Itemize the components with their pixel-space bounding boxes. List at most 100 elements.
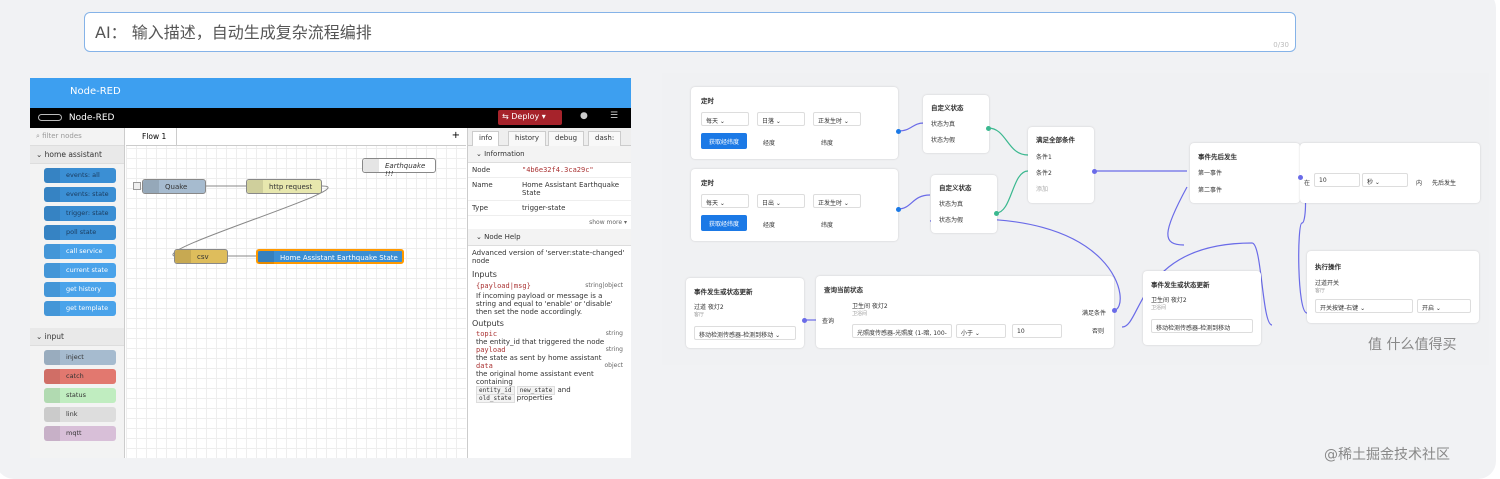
palette-node[interactable]: current state (44, 263, 116, 278)
tab-history[interactable]: history (508, 131, 547, 146)
palette-node[interactable]: inject (44, 350, 116, 365)
sun-event-select[interactable]: 日落 ⌄ (757, 112, 805, 126)
palette-node[interactable]: call service (44, 244, 116, 259)
event-update-card-2[interactable]: 事件发生或状态更新 卫生间 夜灯2 卫浴间 移动检测传感器-检测到移动 (1143, 271, 1261, 345)
output-port[interactable] (1092, 169, 1097, 174)
nodered-page-title: Node-RED (30, 78, 631, 108)
event-sequence-params[interactable]: 在 10 秒 ⌄ 内 先后发生 (1300, 143, 1480, 203)
all-conditions-card[interactable]: 满足全部条件 条件1 条件2 添加 (1028, 127, 1094, 203)
palette-node[interactable]: mqtt (44, 426, 116, 441)
custom-state-card-1[interactable]: 自定义状态 状态为真 状态为假 (923, 95, 989, 153)
timer-card-2[interactable]: 定时 每天 ⌄ 日出 ⌄ 正发生时 ⌄ 获取经纬度 经度 纬度 (691, 169, 898, 241)
card-title: 定时 (701, 179, 714, 187)
action-select[interactable]: 开关按键-右键 ⌄ (1315, 299, 1413, 313)
info-key: Type (472, 204, 489, 212)
tab-debug[interactable]: debug (548, 131, 585, 146)
palette-node[interactable]: status (44, 388, 116, 403)
palette-node[interactable]: get template (44, 301, 116, 316)
timing-select[interactable]: 正发生时 ⌄ (813, 112, 861, 126)
info-header[interactable]: ⌄ Information (468, 146, 631, 163)
unit-select[interactable]: 秒 ⌄ (1362, 173, 1408, 187)
tab-label: debug (555, 134, 578, 142)
palette-node-label: inject (66, 353, 84, 361)
button-label: 获取经纬度 (709, 221, 740, 228)
palette-filter-placeholder: filter nodes (42, 132, 82, 140)
palette-node[interactable]: link (44, 407, 116, 422)
in-label: 在 (1304, 180, 1311, 187)
first-event: 第一事件 (1198, 170, 1223, 177)
output-port[interactable] (1298, 175, 1303, 180)
palette-node[interactable]: events: all (44, 168, 116, 183)
card-title: 自定义状态 (939, 184, 972, 192)
action-value-select[interactable]: 开启 ⌄ (1417, 299, 1471, 313)
event-select[interactable]: 移动检测传感器-检测到移动 (1151, 319, 1253, 333)
tab-info[interactable]: info (472, 131, 500, 146)
device-room: 卫浴间 (1151, 305, 1167, 311)
condition-2: 条件2 (1036, 170, 1052, 177)
show-more-link[interactable]: show more ▾ (468, 216, 631, 229)
device-room: 客厅 (1315, 288, 1326, 294)
palette-node-label: trigger: state (66, 209, 109, 217)
info-value: trigger-state (522, 204, 566, 212)
event-select[interactable]: 移动检测传感器-检测到移动 ⌄ (694, 326, 796, 340)
inject-checkbox[interactable] (133, 182, 141, 190)
frequency-select[interactable]: 每天 ⌄ (701, 194, 749, 208)
palette-node[interactable]: events: state (44, 187, 116, 202)
menu-icon[interactable]: ☰ (610, 111, 618, 121)
user-icon[interactable]: ● (580, 111, 588, 121)
deploy-button[interactable]: ⇆ Deploy ▾ (498, 110, 562, 125)
query-state-card[interactable]: 查询当前状态 查询 卫生间 夜灯2 卫浴间 光照度传感器-光照度 (1-暗, 1… (816, 276, 1114, 348)
output-port[interactable] (896, 207, 901, 212)
flow-node-http[interactable]: http request (246, 179, 322, 194)
get-location-button[interactable]: 获取经纬度 (701, 133, 748, 149)
duration-input[interactable]: 10 (1314, 173, 1360, 187)
within-label: 内 (1416, 180, 1423, 187)
select-value: 秒 (1367, 179, 1374, 186)
help-header[interactable]: ⌄ Node Help (468, 229, 631, 246)
event-sequence-card[interactable]: 事件先后发生 第一事件 第二事件 (1190, 143, 1300, 203)
sun-event-select[interactable]: 日出 ⌄ (757, 194, 805, 208)
flow-node-earthquake[interactable]: Earthquake !!! (362, 158, 436, 178)
output-port[interactable] (1112, 308, 1117, 313)
output-port[interactable] (986, 126, 991, 131)
latitude-label: 纬度 (821, 140, 834, 147)
flow-workspace[interactable]: Flow 1 + Quake http request Earthquake !… (126, 128, 466, 458)
ai-prompt-input[interactable]: AI： 输入描述，自动生成复杂流程编排 0/30 (84, 12, 1296, 52)
palette-node[interactable]: catch (44, 369, 116, 384)
flow-node-csv[interactable]: csv (174, 249, 228, 264)
execute-action-card[interactable]: 执行操作 过道开关 客厅 开关按键-右键 ⌄ 开启 ⌄ (1307, 251, 1479, 323)
palette-node[interactable]: trigger: state (44, 206, 116, 221)
output-port[interactable] (994, 211, 999, 216)
and-text: and (557, 386, 571, 394)
nodered-window: Node-RED Node-RED ⇆ Deploy ▾ ● ☰ ⌕ filte… (30, 78, 631, 458)
visual-flow-canvas[interactable]: 定时 每天 ⌄ 日落 ⌄ 正发生时 ⌄ 获取经纬度 经度 纬度 定时 每天 ⌄ … (662, 73, 1489, 365)
palette-category-input[interactable]: ⌄ input (30, 328, 124, 346)
threshold-input[interactable]: 10 (1012, 324, 1062, 338)
output-name: payload (476, 346, 506, 354)
output-port[interactable] (802, 318, 807, 323)
select-value: 每天 (706, 200, 719, 207)
flow-node-quake[interactable]: Quake (142, 179, 206, 194)
get-location-button[interactable]: 获取经纬度 (701, 215, 748, 231)
threshold-value: 10 (1017, 328, 1025, 335)
palette-node-label: link (66, 410, 78, 418)
add-condition[interactable]: 添加 (1036, 184, 1048, 193)
tab-label: dash: (595, 134, 615, 142)
timing-select[interactable]: 正发生时 ⌄ (813, 194, 861, 208)
flow-node-ha-state[interactable]: Home Assistant Earthquake State (256, 249, 404, 264)
sensor-select[interactable]: 光照度传感器-光照度 (1-暗, 100- (852, 324, 952, 338)
info-sidebar: info history debug dash: ⌄ Information N… (467, 128, 631, 458)
select-value: 正发生时 (818, 118, 843, 125)
custom-state-card-2[interactable]: 自定义状态 状态为真 状态为假 (931, 175, 997, 233)
palette: ⌕ filter nodes ⌄ home assistant events: … (30, 128, 125, 458)
tab-dashboard[interactable]: dash: (588, 131, 622, 146)
palette-filter-input[interactable]: ⌕ filter nodes (30, 128, 124, 146)
operator-select[interactable]: 小于 ⌄ (956, 324, 1006, 338)
palette-category-home-assistant[interactable]: ⌄ home assistant (30, 146, 124, 164)
timer-card-1[interactable]: 定时 每天 ⌄ 日落 ⌄ 正发生时 ⌄ 获取经纬度 经度 纬度 (691, 87, 898, 159)
frequency-select[interactable]: 每天 ⌄ (701, 112, 749, 126)
palette-node[interactable]: poll state (44, 225, 116, 240)
output-port[interactable] (896, 129, 901, 134)
palette-node[interactable]: get history (44, 282, 116, 297)
event-update-card-1[interactable]: 事件发生或状态更新 过道 夜灯2 客厅 移动检测传感器-检测到移动 ⌄ (686, 278, 804, 348)
